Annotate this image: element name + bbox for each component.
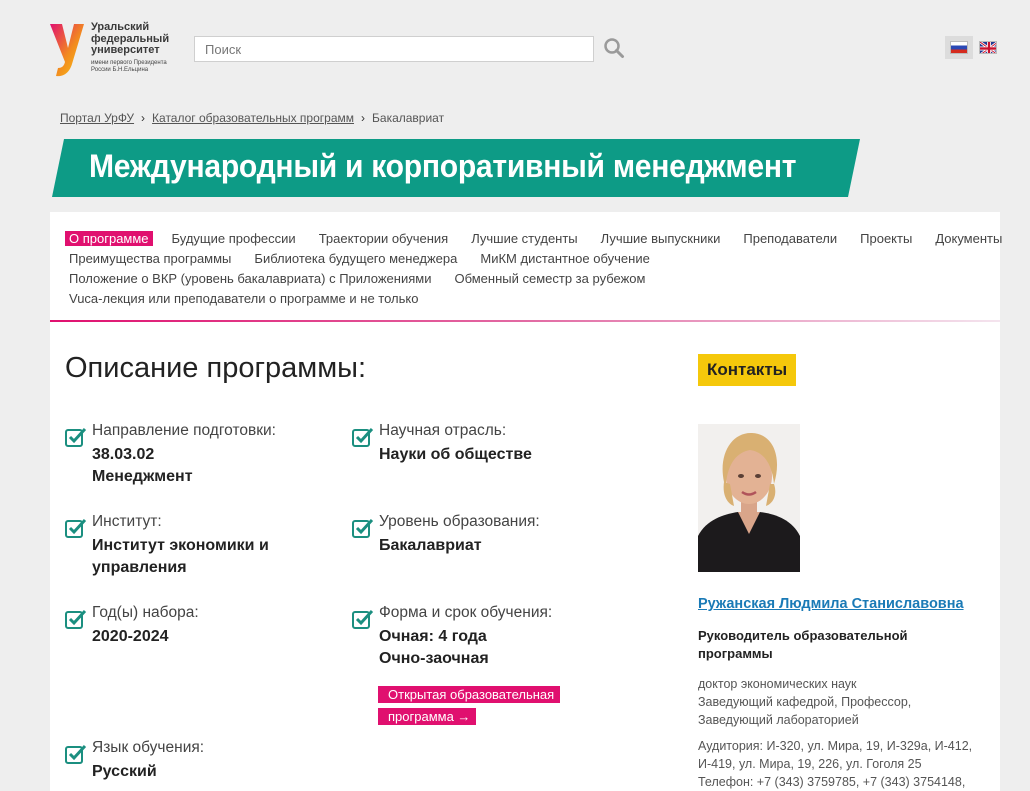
tab-best-students[interactable]: Лучшие студенты [467,231,581,246]
checkbox-checked-icon [65,609,87,629]
contact-address: Аудитория: И-320, ул. Мира, 19, И-329а, … [698,739,973,789]
tab-distance-learning[interactable]: МиКМ дистантное обучение [476,251,653,266]
field-value: Институт экономики и управления [92,537,269,576]
title-banner: Международный и корпоративный менеджмент [52,139,860,197]
contact-name-link[interactable]: Ружанская Людмила Станиславовна [698,596,964,612]
tab-future-professions[interactable]: Будущие профессии [168,231,300,246]
field-value: Очная: 4 года Очно-заочная [379,628,489,667]
breadcrumb-separator: › [361,111,366,125]
search-input[interactable] [195,37,593,61]
tab-exchange-semester[interactable]: Обменный семестр за рубежом [450,271,649,286]
field-label: Форма и срок обучения: [379,604,553,621]
search-icon [604,38,624,58]
contact-phone: Телефон: +7 (343) 3759785, +7 (343) 3754… [698,775,966,789]
field-value: Бакалавриат [379,537,482,554]
field-value: 38.03.02 Менеджмент [92,446,193,485]
contacts-heading: Контакты [698,354,797,386]
flag-ru-icon[interactable] [950,41,968,54]
uk-flag-icon [980,42,996,53]
checkbox-checked-icon [352,609,374,629]
field-value: Науки об обществе [379,446,532,463]
breadcrumb-current: Бакалавриат [372,111,445,125]
field-label: Год(ы) набора: [92,604,199,621]
field-value: 2020-2024 [92,628,169,645]
tab-learning-tracks[interactable]: Траектории обучения [315,231,453,246]
description-title: Описание программы: [65,352,367,384]
breadcrumb-separator: › [141,111,146,125]
page-title: Международный и корпоративный менеджмент [89,148,797,184]
field-label: Институт: [92,513,162,530]
search-box [194,36,594,62]
tab-best-graduates[interactable]: Лучшие выпускники [597,231,725,246]
logo-mark-icon [50,24,84,77]
logo-subtitle: имени первого Президента России Б.Н.Ельц… [91,60,167,73]
contact-photo [698,424,800,572]
flag-en-icon[interactable] [979,41,997,54]
field-study-form: Форма и срок обучения: Очная: 4 года Очно… [352,604,622,734]
breadcrumb-link-catalog[interactable]: Каталог образовательных программ [152,111,354,125]
tabs-divider [50,320,1000,322]
program-tabs: О программе Будущие профессии Траектории… [65,228,1002,308]
urfu-logo[interactable]: Уральский федеральный университет имени … [48,20,178,80]
tab-vuca-lecture[interactable]: Vuca-лекция или преподаватели о программ… [65,291,422,306]
contact-info: доктор экономических наук Заведующий каф… [698,675,988,791]
checkbox-checked-icon [65,427,87,447]
tab-projects[interactable]: Проекты [856,231,916,246]
tab-about[interactable]: О программе [65,230,153,246]
logo-name: Уральский федеральный университет [91,21,170,56]
person-photo-icon [698,424,800,572]
tab-documents[interactable]: Документы [931,231,1006,246]
field-value: Русский [92,763,157,780]
contact-degree: доктор экономических наук Заведующий каф… [698,677,912,727]
breadcrumb: Портал УрФУ › Каталог образовательных прог… [60,111,444,125]
tab-thesis-regulations[interactable]: Положение о ВКР (уровень бакалавриата) с… [65,271,435,286]
tab-advantages[interactable]: Преимущества программы [65,251,235,266]
checkbox-checked-icon [352,427,374,447]
search-button[interactable] [603,37,625,59]
field-label: Уровень образования: [379,513,540,530]
checkbox-checked-icon [65,518,87,538]
field-label: Научная отрасль: [379,422,507,439]
field-label: Направление подготовки: [92,422,276,439]
program-card: О программе Будущие профессии Траектории… [50,212,1002,791]
contact-role: Руководитель образовательной программы [698,628,908,661]
checkbox-checked-icon [352,518,374,538]
tab-library[interactable]: Библиотека будущего менеджера [250,251,461,266]
checkbox-checked-icon [65,744,87,764]
field-label: Язык обучения: [92,739,205,756]
breadcrumb-link-portal[interactable]: Портал УрФУ [60,111,134,125]
tab-teachers[interactable]: Преподаватели [739,231,841,246]
open-program-link[interactable]: Открытая образовательная программа → [378,684,561,728]
